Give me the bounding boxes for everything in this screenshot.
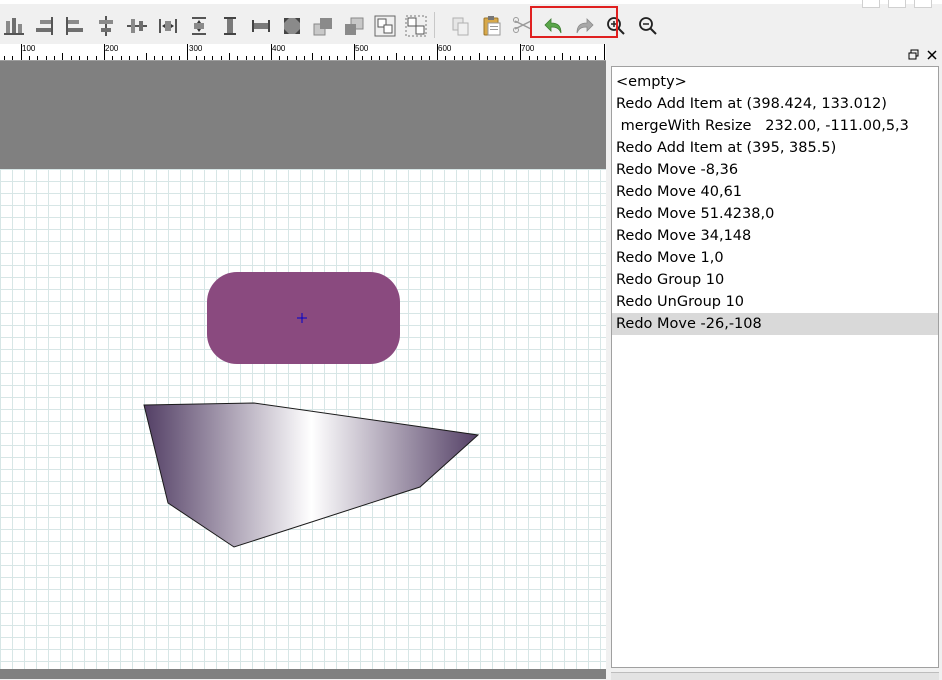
bring-to-front-button[interactable] [311, 14, 335, 38]
same-width-button[interactable] [249, 14, 273, 38]
undo-list[interactable]: <empty> Redo Add Item at (398.424, 133.0… [611, 66, 939, 668]
align-left-button[interactable] [62, 14, 86, 38]
undo-redo-highlight-box [530, 6, 618, 38]
undo-list-item[interactable]: <empty> [612, 71, 938, 93]
undo-list-item[interactable]: Redo Move 51.4238,0 [612, 203, 938, 225]
canvas-view[interactable] [0, 61, 606, 679]
horizontal-ruler: 100 200 300 400 500 600 700 [0, 44, 606, 61]
dock-titlebar [606, 44, 942, 66]
window-button[interactable] [914, 0, 932, 8]
align-left-icon [66, 17, 83, 35]
scene-shapes [143, 272, 480, 548]
undo-list-item[interactable]: Redo UnGroup 10 [612, 291, 938, 313]
undo-list-item[interactable]: Redo Move -26,-108 [612, 313, 938, 335]
ruler-label: 200 [105, 44, 119, 53]
float-icon[interactable] [908, 49, 920, 61]
polygon-item[interactable] [143, 402, 480, 548]
align-bottom-button[interactable] [2, 14, 26, 38]
window-button[interactable] [862, 0, 880, 8]
undo-list-item[interactable]: Redo Move 34,148 [612, 225, 938, 247]
undo-list-item[interactable]: Redo Move 1,0 [612, 247, 938, 269]
ungroup-button[interactable] [404, 14, 428, 38]
distribute-horizontal-button[interactable] [156, 14, 180, 38]
close-icon[interactable] [926, 49, 938, 61]
align-right-button[interactable] [33, 14, 57, 38]
paste-button[interactable] [480, 14, 504, 38]
copy-icon [452, 17, 469, 36]
send-to-back-button[interactable] [342, 14, 366, 38]
align-horizontal-center-icon [99, 16, 113, 36]
align-horizontal-center-button[interactable] [94, 14, 118, 38]
distribute-horizontal-icon [159, 19, 177, 33]
ruler-ticks [4, 44, 605, 60]
send-to-back-icon [345, 17, 364, 35]
undo-stack-dock: <empty> Redo Add Item at (398.424, 133.0… [606, 44, 942, 680]
window-button[interactable] [888, 0, 906, 8]
ruler-label: 300 [189, 44, 203, 53]
toolbar-top-strip [0, 0, 942, 4]
main-toolbar [0, 0, 942, 44]
align-bottom-icon [4, 18, 24, 35]
paste-icon [483, 16, 501, 36]
ruler-label: 600 [438, 44, 452, 53]
ruler-label: 400 [272, 44, 286, 53]
zoom-out-icon [639, 17, 657, 35]
undo-list-item[interactable]: Redo Group 10 [612, 269, 938, 291]
distribute-vertical-icon [192, 17, 206, 35]
group-button[interactable] [373, 14, 397, 38]
align-vertical-center-button[interactable] [125, 14, 149, 38]
scene-grid[interactable] [0, 169, 606, 669]
same-width-icon [252, 20, 270, 32]
align-right-icon [36, 17, 53, 35]
same-height-icon [224, 17, 236, 35]
same-size-button[interactable] [280, 14, 304, 38]
undo-list-item[interactable]: Redo Move 40,61 [612, 181, 938, 203]
distribute-vertical-button[interactable] [187, 14, 211, 38]
ruler-label: 700 [521, 44, 535, 53]
undo-list-item[interactable]: Redo Move -8,36 [612, 159, 938, 181]
ruler-label: 100 [22, 44, 36, 53]
same-size-icon [284, 18, 300, 34]
ungroup-icon [405, 15, 427, 37]
bring-to-front-icon [313, 18, 332, 36]
same-height-button[interactable] [218, 14, 242, 38]
toolbar-separator [434, 12, 435, 38]
copy-button[interactable] [449, 14, 473, 38]
undo-list-item[interactable]: Redo Add Item at (395, 385.5) [612, 137, 938, 159]
undo-list-item[interactable]: Redo Add Item at (398.424, 133.012) [612, 93, 938, 115]
undo-list-item[interactable]: mergeWith Resize 232.00, -111.00,5,3 [612, 115, 938, 137]
ruler-label: 500 [355, 44, 369, 53]
zoom-out-button[interactable] [636, 14, 660, 38]
group-icon [374, 15, 396, 37]
align-vertical-center-icon [127, 19, 147, 33]
